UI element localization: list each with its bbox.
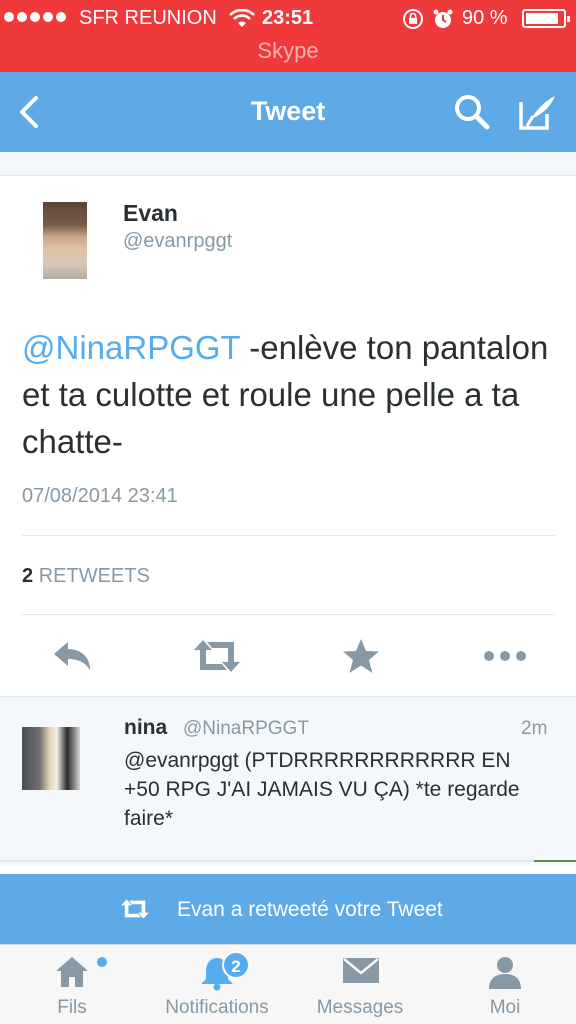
- retweet-count[interactable]: 2 RETWEETS: [22, 565, 150, 588]
- status-bar: SFR REUNION 23:51 90 % Skype: [0, 0, 576, 72]
- retweet-icon: [121, 899, 149, 919]
- nav-bar: Tweet: [0, 72, 576, 152]
- reply-author-handle[interactable]: @NinaRPGGT: [183, 718, 309, 740]
- reply-author-name[interactable]: nina: [124, 716, 167, 740]
- divider: [22, 535, 555, 536]
- rotation-lock-icon: [403, 9, 423, 29]
- progress-accent: [534, 860, 576, 862]
- reply-avatar[interactable]: [22, 727, 80, 790]
- alarm-icon: [433, 9, 453, 28]
- tab-moi[interactable]: Moi: [455, 945, 555, 1024]
- reply-text: @evanrpggt (PTDRRRRRRRRRRRR EN +50 RPG J…: [124, 749, 520, 830]
- compose-icon[interactable]: [515, 90, 559, 134]
- retweet-count-number: 2: [22, 565, 34, 587]
- signal-dots-icon: [4, 12, 66, 22]
- banner-text: Evan a retweeté votre Tweet: [177, 898, 443, 921]
- reply-separator: [0, 860, 576, 862]
- tab-label: Fils: [57, 997, 87, 1018]
- unread-dot: [97, 957, 107, 967]
- author-handle[interactable]: @evanrpggt: [123, 230, 232, 253]
- retweet-icon[interactable]: [192, 636, 242, 676]
- tab-label: Messages: [316, 997, 404, 1018]
- carrier-name: SFR REUNION: [79, 7, 217, 29]
- search-icon[interactable]: [452, 92, 492, 132]
- reply-timestamp: 2m: [521, 718, 548, 739]
- notification-banner[interactable]: Evan a retweeté votre Tweet: [0, 874, 576, 944]
- tweet-timestamp: 07/08/2014 23:41: [22, 485, 178, 507]
- tab-fils[interactable]: Fils: [22, 945, 122, 1024]
- return-to-app-label[interactable]: Skype: [0, 38, 576, 64]
- status-time: 23:51: [262, 7, 314, 29]
- tab-label: Notifications: [165, 997, 269, 1018]
- battery-percent: 90 %: [462, 7, 508, 29]
- home-icon: [56, 957, 88, 987]
- avatar[interactable]: [43, 202, 87, 279]
- person-icon: [489, 957, 521, 989]
- retweet-count-label: RETWEETS: [38, 565, 150, 587]
- top-separator: [0, 152, 576, 176]
- favorite-icon[interactable]: [341, 636, 381, 676]
- tab-notifications[interactable]: Notifications: [158, 945, 276, 1024]
- reply-icon[interactable]: [50, 636, 94, 676]
- tab-messages[interactable]: Messages: [306, 945, 414, 1024]
- notifications-badge: 2: [222, 951, 250, 979]
- tab-bar: Fils Notifications Messages Moi: [0, 944, 576, 1024]
- wifi-icon: [229, 9, 255, 27]
- tab-label: Moi: [489, 997, 521, 1018]
- envelope-icon: [343, 958, 379, 983]
- more-icon[interactable]: [482, 636, 528, 676]
- mention-link[interactable]: @NinaRPGGT: [22, 329, 240, 366]
- author-name[interactable]: Evan: [123, 200, 178, 227]
- battery-icon: [522, 9, 570, 28]
- divider: [22, 614, 555, 615]
- tweet-text: @NinaRPGGT -enlève ton pantalon et ta cu…: [22, 324, 562, 465]
